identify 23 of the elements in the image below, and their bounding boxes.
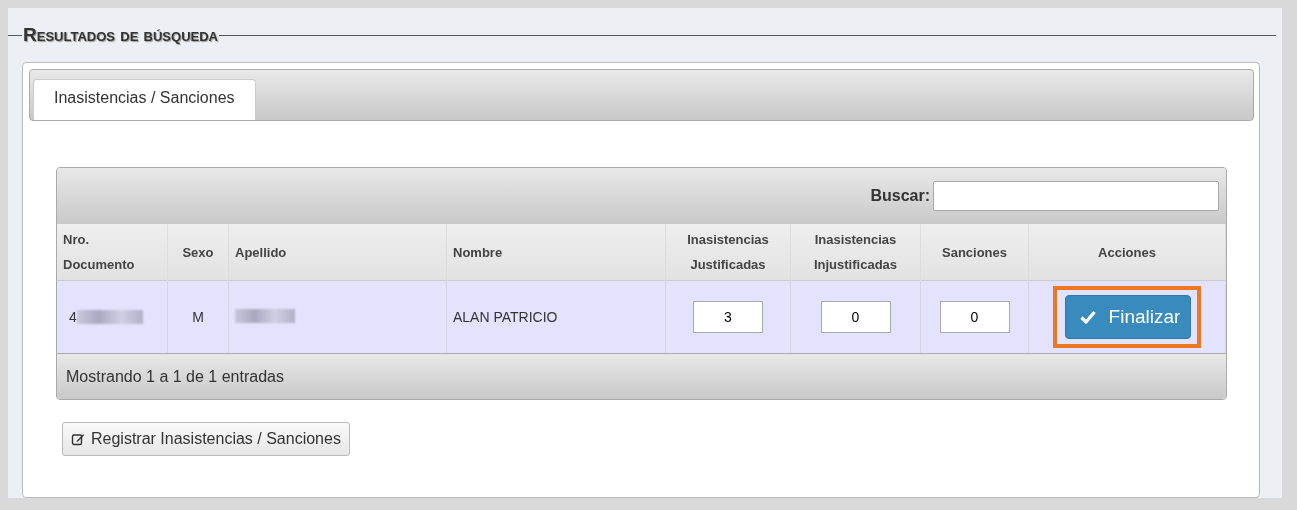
column-header: Inasistencias Justificadas xyxy=(665,224,791,281)
column-header: Sexo xyxy=(167,224,229,281)
search-label: Buscar: xyxy=(870,187,930,205)
column-header: Inasistencias Injustificadas xyxy=(790,224,921,281)
checkmark-icon xyxy=(1079,310,1096,324)
number-field[interactable]: 0 xyxy=(820,301,891,333)
number-field[interactable]: 3 xyxy=(693,301,763,333)
finalize-button[interactable]: Finalizar xyxy=(1064,295,1192,339)
entries-info: Mostrando 1 a 1 de 1 entradas xyxy=(66,367,284,386)
search-field[interactable] xyxy=(933,181,1219,211)
number-field[interactable]: 0 xyxy=(939,301,1010,333)
section-legend: Resultados de búsqueda xyxy=(22,24,219,46)
register-button[interactable]: Registrar Inasistencias / Sanciones xyxy=(62,422,350,456)
column-header: Apellido xyxy=(228,224,447,281)
column-header: Nombre xyxy=(446,224,666,281)
edit-icon xyxy=(71,432,85,446)
table-cell: M xyxy=(192,309,204,325)
column-header: Sanciones xyxy=(920,224,1029,281)
table-cell: 4 xyxy=(69,309,77,325)
column-header: Acciones xyxy=(1028,224,1226,281)
column-header: Nro. Documento xyxy=(57,224,168,281)
table-cell: ALAN PATRICIO xyxy=(453,309,558,325)
tab[interactable]: Inasistencias / Sanciones xyxy=(33,79,256,120)
